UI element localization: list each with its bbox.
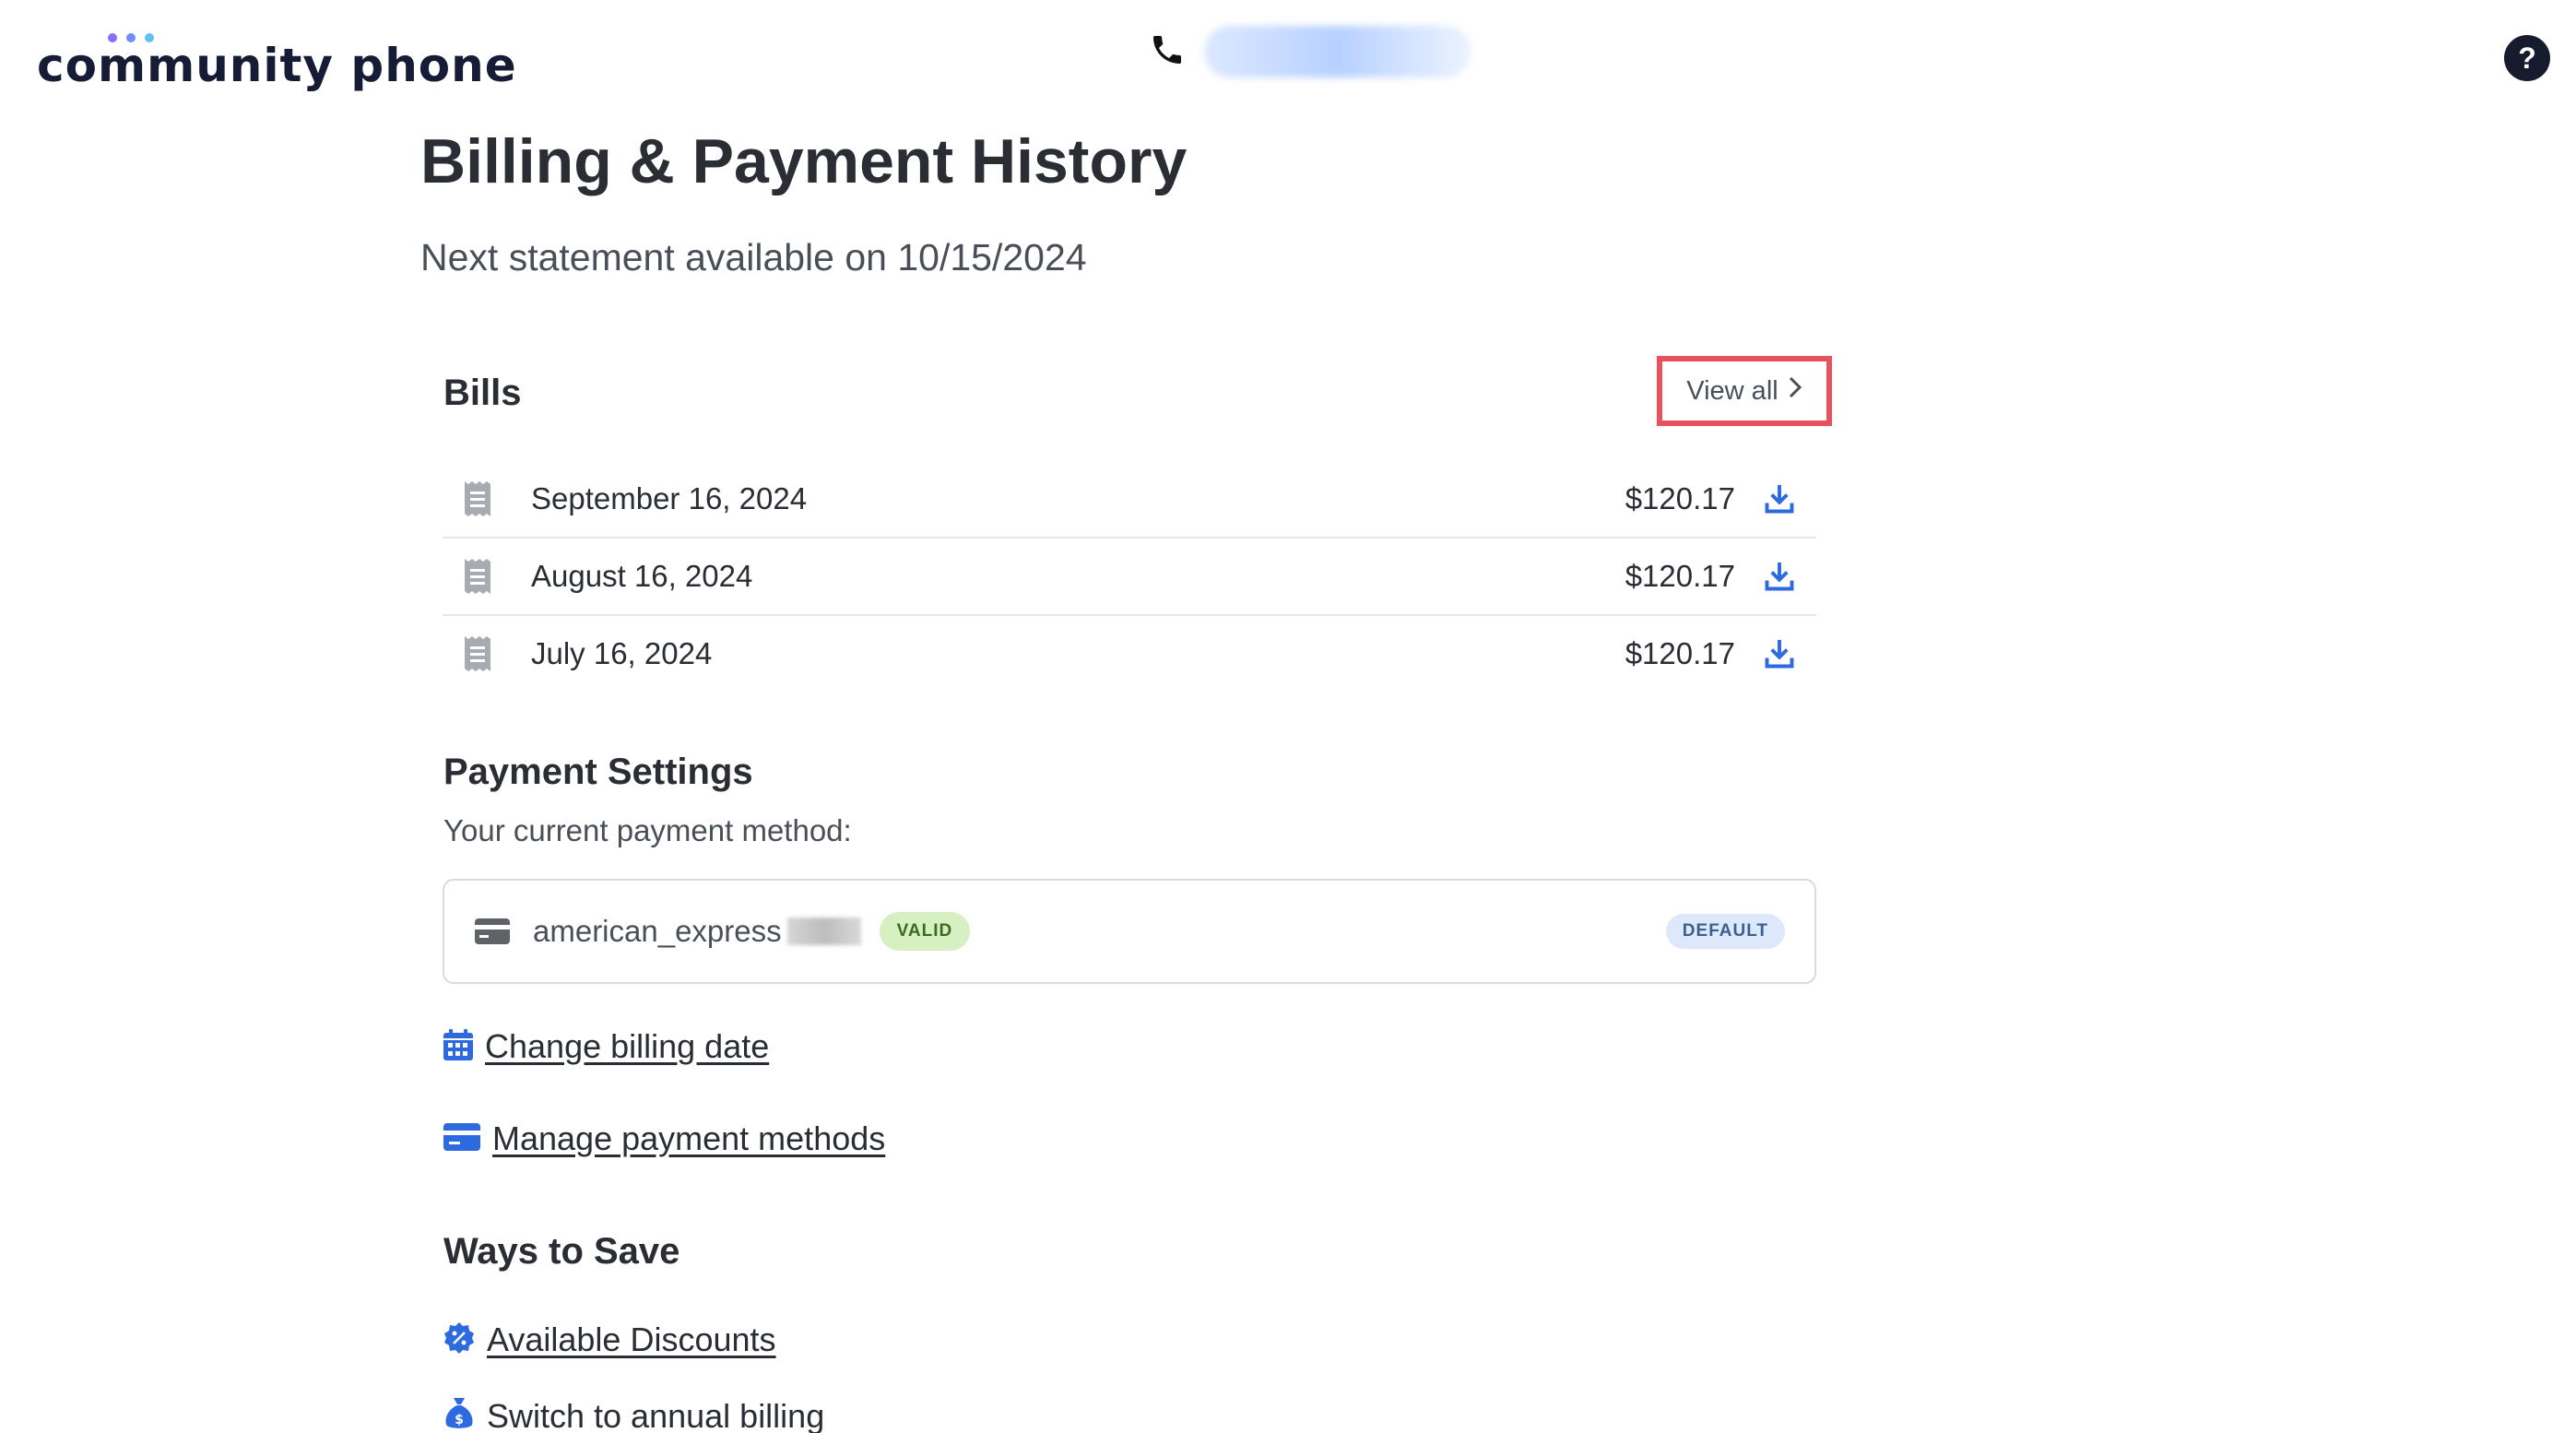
view-all-label: View all: [1686, 375, 1778, 406]
page-title: Billing & Payment History: [420, 126, 1188, 196]
receipt-icon: [463, 557, 494, 596]
bill-date: August 16, 2024: [531, 559, 753, 593]
ways-to-save-heading: Ways to Save: [443, 1231, 680, 1272]
logo-text: community phone: [37, 39, 517, 92]
logo-dots: [108, 33, 154, 42]
switch-annual-billing-link[interactable]: $ Switch to annual billing: [443, 1396, 824, 1433]
money-bag-icon: $: [443, 1396, 476, 1433]
payment-method-card: american_express VALID DEFAULT: [443, 879, 1816, 984]
bills-heading: Bills: [443, 373, 522, 413]
bill-amount: $120.17: [1625, 481, 1735, 515]
discount-badge-icon: [443, 1321, 476, 1359]
payment-method-name: american_express: [533, 914, 782, 948]
default-badge: DEFAULT: [1665, 914, 1785, 949]
phone-icon: [1149, 31, 1186, 73]
current-payment-method-label: Your current payment method:: [443, 813, 852, 847]
bill-amount: $120.17: [1625, 559, 1735, 593]
svg-text:$: $: [455, 1413, 464, 1427]
community-phone-logo[interactable]: community phone: [37, 28, 517, 92]
manage-payment-methods-link[interactable]: Manage payment methods: [443, 1119, 885, 1158]
redacted-phone-number: [1204, 26, 1471, 77]
next-statement-text: Next statement available on 10/15/2024: [420, 236, 1087, 278]
download-icon[interactable]: [1763, 482, 1800, 515]
question-circle-icon: ?: [2518, 41, 2536, 75]
change-billing-date-label: Change billing date: [485, 1027, 770, 1065]
view-all-bills-button[interactable]: View all: [1657, 356, 1832, 426]
download-icon[interactable]: [1763, 637, 1800, 670]
phone-number-display: [1149, 26, 1471, 77]
manage-payment-methods-label: Manage payment methods: [492, 1119, 886, 1157]
credit-card-icon: [474, 918, 511, 945]
chevron-right-icon: [1788, 375, 1802, 407]
receipt-icon: [463, 480, 494, 518]
bill-amount: $120.17: [1625, 636, 1735, 670]
payment-settings-heading: Payment Settings: [443, 752, 753, 792]
receipt-icon: [463, 634, 494, 673]
help-button[interactable]: ?: [2504, 35, 2550, 81]
switch-annual-billing-label: Switch to annual billing: [487, 1396, 825, 1433]
download-icon[interactable]: [1763, 560, 1800, 593]
bill-date: September 16, 2024: [531, 481, 808, 515]
available-discounts-link[interactable]: Available Discounts: [443, 1320, 776, 1359]
bill-date: July 16, 2024: [531, 636, 713, 670]
change-billing-date-link[interactable]: Change billing date: [443, 1027, 769, 1066]
available-discounts-label: Available Discounts: [487, 1320, 776, 1358]
calendar-icon: [443, 1028, 474, 1066]
bill-row: August 16, 2024 $120.17: [443, 539, 1816, 616]
bill-row: September 16, 2024 $120.17: [443, 461, 1816, 539]
bill-row: July 16, 2024 $120.17: [443, 616, 1816, 692]
bills-list: September 16, 2024 $120.17 August 16, 20…: [443, 461, 1816, 692]
redacted-card-number: [786, 918, 861, 945]
credit-card-icon: [443, 1122, 481, 1156]
valid-status-badge: VALID: [879, 912, 971, 951]
